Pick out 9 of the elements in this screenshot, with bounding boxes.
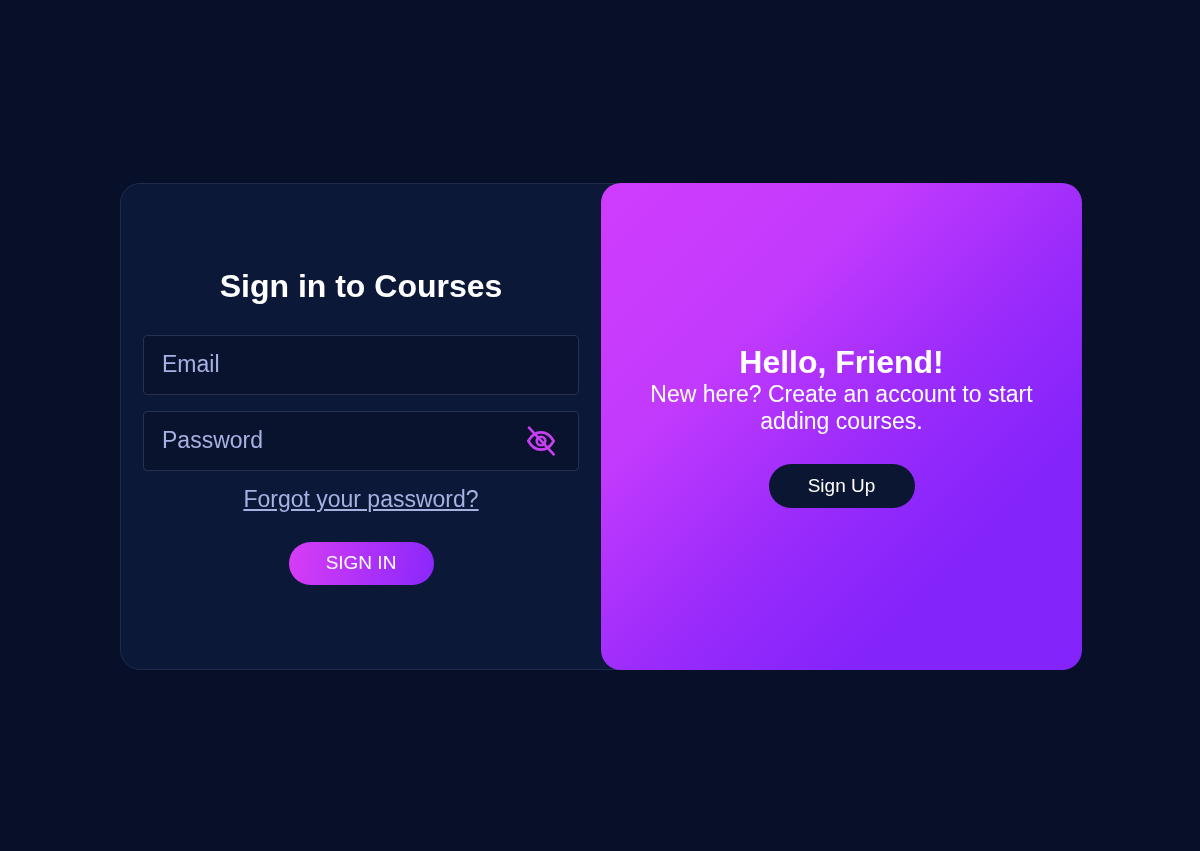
eye-slash-icon[interactable]	[525, 424, 557, 457]
password-field[interactable]: Password	[143, 410, 579, 471]
welcome-text: New here? Create an account to start adding courses.	[649, 381, 1034, 435]
sign-in-title: Sign in to Courses	[219, 267, 503, 305]
sign-in-button[interactable]: SIGN IN	[288, 541, 434, 585]
email-field[interactable]: Email	[143, 334, 579, 395]
forgot-password-link[interactable]: Forgot your password?	[243, 485, 479, 512]
welcome-title: Hello, Friend!	[739, 344, 944, 381]
sign-up-button[interactable]: Sign Up	[768, 464, 915, 508]
